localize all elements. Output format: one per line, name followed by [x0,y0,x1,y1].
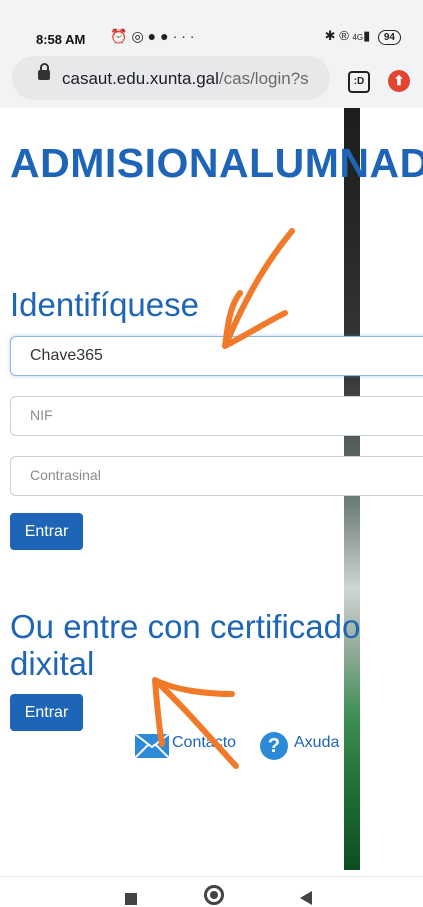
bluetooth-icon: ✱ [324,28,336,43]
url-path: /cas/login?s [218,69,309,88]
arrow-top [222,228,295,349]
facebook-icon: ● [160,28,173,44]
browser-toolbar: casaut.edu.xunta.gal/cas/login?s :D ⬆ [0,48,423,109]
status-time: 8:58 AM [36,32,86,47]
whatsapp-icon: ◎ [131,28,148,44]
recents-square-icon[interactable] [125,893,137,905]
update-arrow-icon[interactable]: ⬆ [388,70,410,92]
url-domain: casaut.edu.xunta.gal [62,69,219,88]
alarm-icon: ⏰ [110,28,132,44]
back-triangle-icon[interactable] [300,891,312,905]
battery-icon: 94 [377,30,401,45]
home-circle-icon[interactable] [204,885,224,905]
signal-bars-icon: ▮ [363,28,371,43]
registered-icon: ® [339,28,349,43]
address-bar[interactable]: casaut.edu.xunta.gal/cas/login?s [12,56,330,100]
more-dots-icon: ··· [172,28,199,44]
url-text[interactable]: casaut.edu.xunta.gal/cas/login?s [62,69,309,89]
android-nav-bar [0,876,423,907]
page-content: ADMISIONALUMNAD Identifíquese Entrar Ou … [0,108,423,876]
arrow-bottom [152,677,239,769]
signal-4g-icon: 4G [352,33,364,42]
hand-drawn-arrows [152,228,295,769]
system-icons: ✱ ® 4G▮ 94 [325,28,401,45]
facebook-icon: ● [147,28,161,44]
lock-icon [38,63,50,80]
tab-switcher-button[interactable]: :D [348,71,370,93]
notification-icons: ⏰◎●●··· [110,28,199,45]
status-bar: 8:58 AM ⏰◎●●··· ✱ ® 4G▮ 94 [0,0,423,48]
